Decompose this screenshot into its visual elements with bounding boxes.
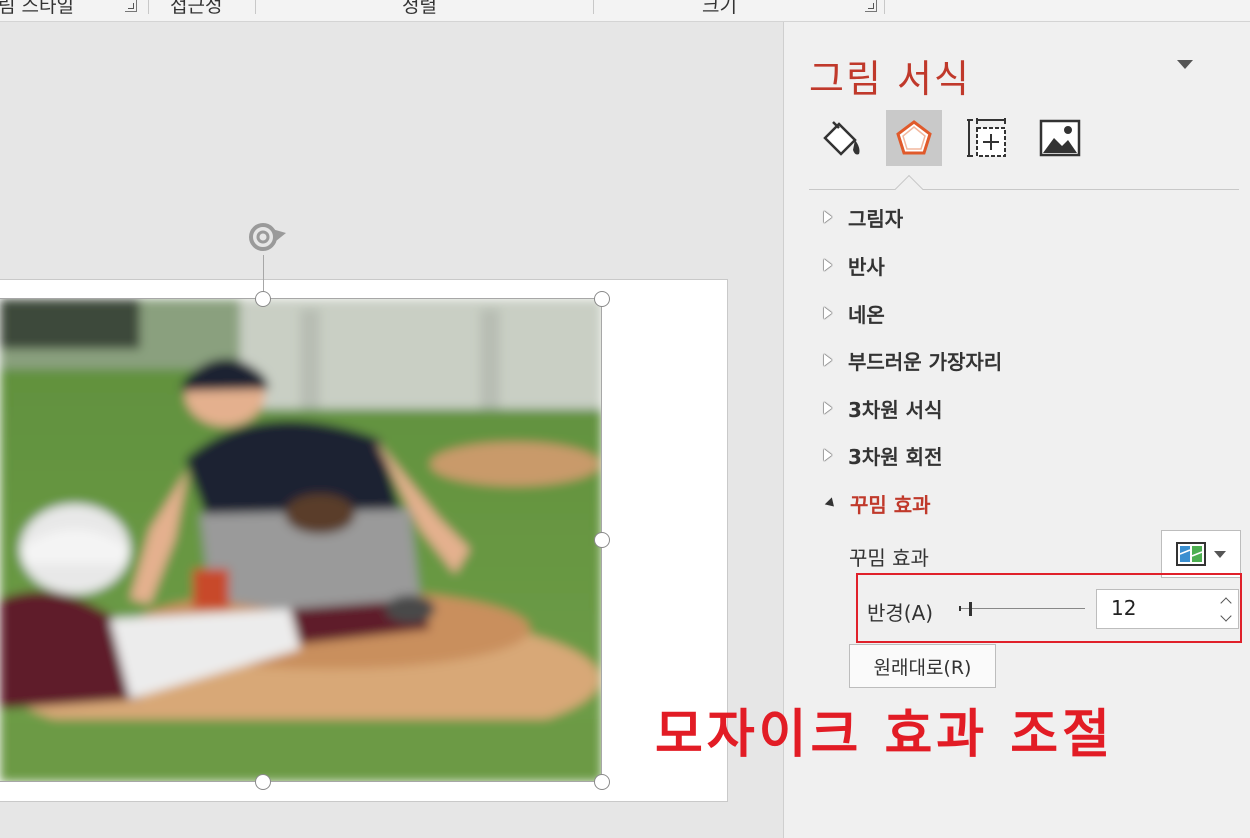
tab-divider: [809, 189, 1239, 190]
chevron-down-icon: [1214, 550, 1226, 558]
section-label: 3차원 서식: [848, 397, 943, 422]
dialog-launcher-icon[interactable]: [125, 0, 137, 12]
section-3d-format[interactable]: 3차원 서식: [824, 395, 943, 422]
paint-bucket-icon: [823, 121, 860, 156]
radius-slider[interactable]: [959, 602, 1085, 616]
spin-up-icon[interactable]: [1220, 597, 1232, 609]
expand-triangle-icon: [824, 211, 832, 223]
resize-handle-right[interactable]: [594, 532, 610, 548]
rotate-handle-icon[interactable]: [246, 219, 292, 255]
slider-thumb[interactable]: [969, 602, 972, 616]
radius-spinbox[interactable]: 12: [1096, 589, 1239, 629]
dialog-launcher-icon[interactable]: [865, 0, 877, 12]
collapse-triangle-icon: [824, 497, 838, 511]
section-glow[interactable]: 네온: [824, 300, 885, 327]
ribbon-group-size[interactable]: 크기: [702, 0, 737, 18]
pane-category-tabs: [814, 110, 1104, 166]
expand-triangle-icon: [824, 354, 832, 366]
pane-title: 그림 서식: [809, 57, 971, 101]
spin-down-icon[interactable]: [1220, 610, 1232, 622]
annotation-text: 모자이크 효과 조절: [655, 705, 1114, 765]
selected-picture[interactable]: [0, 299, 602, 782]
expand-triangle-icon: [824, 259, 832, 271]
size-position-icon: [967, 118, 1006, 157]
resize-handle-top-right[interactable]: [594, 291, 610, 307]
tab-picture[interactable]: [1032, 110, 1088, 166]
artistic-effect-preview-icon: [1176, 542, 1206, 566]
section-artistic-effects[interactable]: 꾸밈 효과: [824, 490, 931, 517]
radius-label: 반경(A): [867, 601, 934, 625]
ribbon-group-accessibility[interactable]: 접근성: [170, 0, 222, 18]
blurred-baseball-photo: [0, 299, 602, 782]
ribbon-group-arrange[interactable]: 정렬: [402, 0, 437, 18]
section-shadow[interactable]: 그림자: [824, 204, 904, 231]
resize-handle-bottom[interactable]: [255, 774, 271, 790]
selection-border: [0, 298, 602, 299]
section-label: 그림자: [848, 206, 904, 231]
slider-track: [959, 608, 1085, 609]
ribbon-strip: 림 스타일 접근성 정렬 크기: [0, 0, 1250, 22]
artistic-effect-label: 꾸밈 효과: [849, 546, 929, 570]
section-label: 네온: [848, 302, 885, 327]
resize-handle-bottom-right[interactable]: [594, 774, 610, 790]
ribbon-separator: [593, 0, 594, 14]
section-label: 부드러운 가장자리: [848, 349, 1003, 374]
tab-size-properties[interactable]: [959, 110, 1015, 166]
artistic-effect-dropdown[interactable]: [1161, 530, 1241, 578]
expand-triangle-icon: [824, 449, 832, 461]
ribbon-group-picture-styles[interactable]: 림 스타일: [0, 0, 74, 18]
picture-icon: [1039, 119, 1081, 157]
tab-pointer: [894, 174, 924, 204]
ribbon-separator: [884, 0, 885, 14]
radius-value[interactable]: 12: [1111, 596, 1136, 620]
section-label: 꾸밈 효과: [850, 492, 931, 517]
section-reflection[interactable]: 반사: [824, 252, 885, 279]
resize-handle-top[interactable]: [255, 291, 271, 307]
pane-options-dropdown-icon[interactable]: [1177, 60, 1193, 69]
pentagon-icon: [896, 120, 932, 155]
ribbon-separator: [148, 0, 149, 14]
tab-fill-line[interactable]: [814, 110, 870, 166]
section-soft-edges[interactable]: 부드러운 가장자리: [824, 347, 1003, 374]
tab-effects[interactable]: [886, 110, 942, 166]
section-3d-rotation[interactable]: 3차원 회전: [824, 442, 943, 469]
section-label: 3차원 회전: [848, 444, 943, 469]
expand-triangle-icon: [824, 307, 832, 319]
ribbon-separator: [255, 0, 256, 14]
selection-border: [0, 781, 602, 782]
reset-button[interactable]: 원래대로(R): [849, 644, 996, 688]
section-label: 반사: [848, 254, 885, 279]
expand-triangle-icon: [824, 402, 832, 414]
